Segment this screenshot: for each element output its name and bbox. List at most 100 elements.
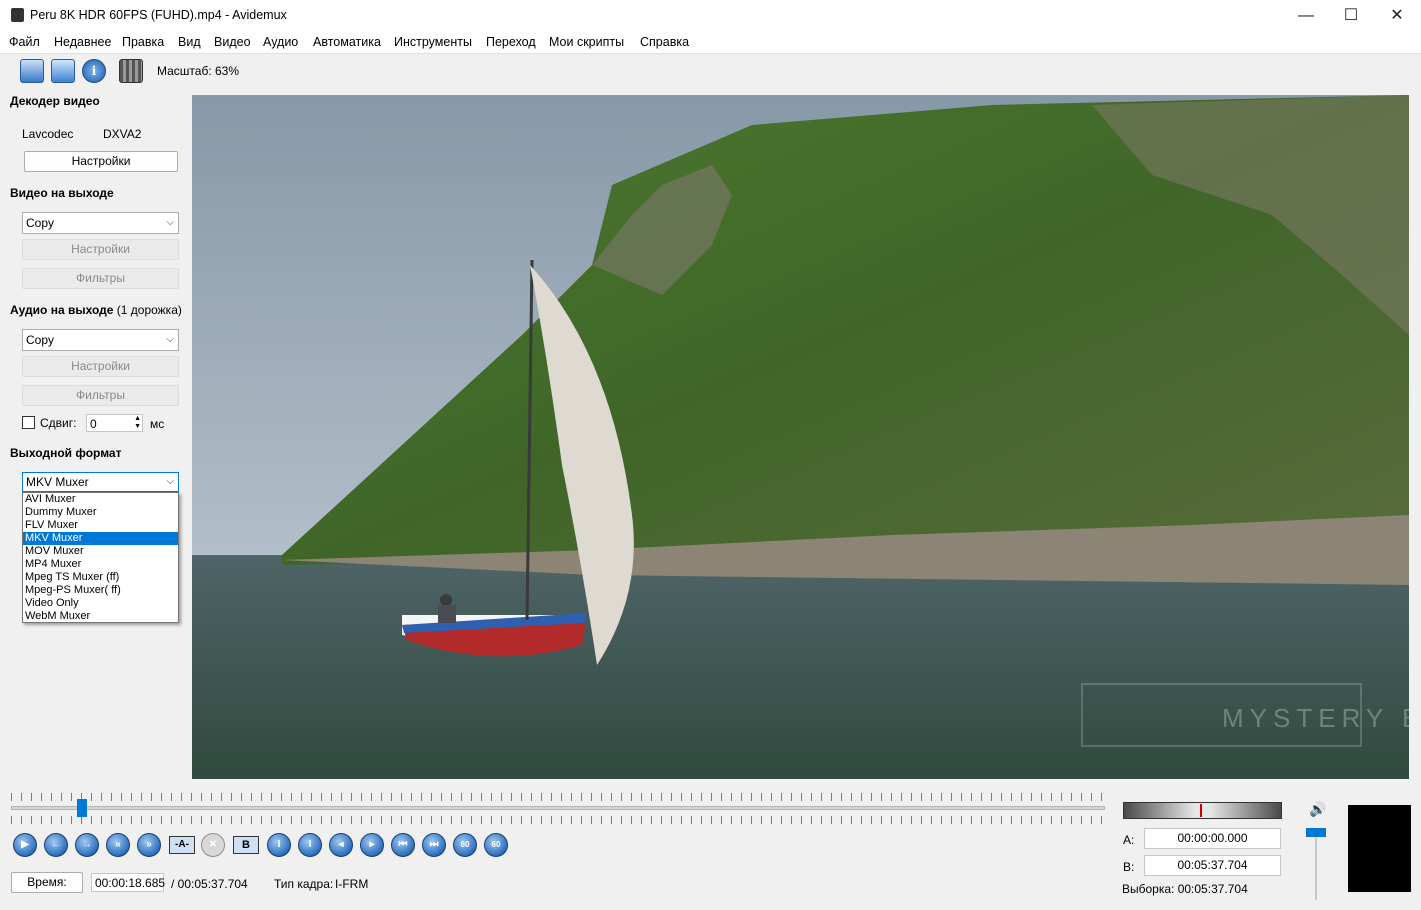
minimize-button[interactable]: — (1283, 0, 1329, 31)
shift-value: 0 (90, 417, 97, 431)
watermark-text: MYSTERY BOX (1222, 703, 1409, 733)
list-item[interactable]: Mpeg-PS Muxer( ff) (23, 584, 178, 597)
chevron-down-icon: ⌵ (166, 476, 174, 487)
output-format-select[interactable]: MKV Muxer ⌵ (22, 472, 179, 492)
timeline-ticks-bottom (11, 816, 1105, 824)
list-item[interactable]: FLV Muxer (23, 519, 178, 532)
menu-go[interactable]: Переход (486, 35, 536, 49)
timeline-ticks-top (11, 793, 1105, 801)
list-item[interactable]: Video Only (23, 597, 178, 610)
play-button[interactable]: ▶ (13, 833, 37, 857)
decoder-codec: Lavcodec (22, 127, 74, 141)
audio-preview-box (1348, 805, 1411, 892)
menu-help[interactable]: Справка (640, 35, 689, 49)
video-output-title: Видео на выходе (10, 186, 114, 200)
spin-up-icon[interactable]: ▲ (134, 415, 141, 422)
toolbar: i Масштаб: 63% (0, 53, 1421, 87)
menu-recent[interactable]: Недавнее (54, 35, 111, 49)
prev-frame-button[interactable]: ← (44, 833, 68, 857)
list-item[interactable]: WebM Muxer (23, 610, 178, 623)
list-item[interactable]: Mpeg TS Muxer (ff) (23, 571, 178, 584)
menu-video[interactable]: Видео (214, 35, 251, 49)
menu-bar: Файл Недавнее Правка Вид Видео Аудио Авт… (0, 31, 1421, 53)
fast-forward-button[interactable]: » (137, 833, 161, 857)
audio-meter (1123, 802, 1282, 819)
prev-keyframe-button[interactable]: ◂ (329, 833, 353, 857)
go-marker-b-button[interactable]: I (298, 833, 322, 857)
marker-a-field[interactable]: 00:00:00.000 (1144, 828, 1281, 849)
volume-track[interactable] (1315, 828, 1317, 900)
marker-b-label: B: (1123, 860, 1135, 874)
frame-type-value: I-FRM (335, 877, 369, 891)
decoder-settings-button[interactable]: Настройки (24, 151, 178, 172)
audio-settings-button[interactable]: Настройки (22, 356, 179, 377)
menu-scripts[interactable]: Мои скрипты (549, 35, 624, 49)
audio-codec-select[interactable]: Copy ⌵ (22, 329, 179, 351)
chevron-down-icon: ⌵ (166, 334, 174, 345)
menu-file[interactable]: Файл (9, 35, 40, 49)
close-button[interactable]: ✕ (1374, 0, 1420, 31)
marker-b-field[interactable]: 00:05:37.704 (1144, 855, 1281, 876)
rewind-button[interactable]: « (106, 833, 130, 857)
list-item[interactable]: Dummy Muxer (23, 506, 178, 519)
go-marker-a-button[interactable]: I (267, 833, 291, 857)
filmstrip-icon[interactable] (119, 59, 143, 83)
set-marker-a-button[interactable]: -A- (169, 836, 195, 854)
app-icon (11, 8, 24, 22)
video-codec-select[interactable]: Copy ⌵ (22, 212, 179, 234)
output-format-value: MKV Muxer (26, 475, 89, 489)
shift-label: Сдвиг: (40, 416, 77, 430)
window-title: Peru 8K HDR 60FPS (FUHD).mp4 - Avidemux (30, 8, 287, 22)
shift-unit: мс (150, 417, 165, 431)
save-icon[interactable] (51, 59, 75, 83)
maximize-button[interactable]: ☐ (1328, 0, 1374, 31)
total-time: / 00:05:37.704 (171, 877, 248, 891)
menu-view[interactable]: Вид (178, 35, 201, 49)
video-filters-button[interactable]: Фильтры (22, 268, 179, 289)
video-preview: MYSTERY BOX (192, 95, 1409, 779)
go-start-button[interactable]: ⏮ (391, 833, 415, 857)
timeline-thumb[interactable] (77, 799, 88, 817)
list-item[interactable]: AVI Muxer (23, 493, 178, 506)
video-settings-button[interactable]: Настройки (22, 239, 179, 260)
speaker-icon[interactable]: 🔊 (1309, 801, 1326, 818)
menu-edit[interactable]: Правка (122, 35, 164, 49)
selection-duration: Выборка: 00:05:37.704 (1122, 882, 1248, 896)
menu-audio[interactable]: Аудио (263, 35, 298, 49)
open-image-icon[interactable] (20, 59, 44, 83)
chevron-down-icon: ⌵ (166, 217, 174, 228)
back-60-button[interactable]: 60 (453, 833, 477, 857)
audio-codec-value: Copy (26, 333, 55, 347)
current-time-field[interactable]: 00:00:18.685 (91, 873, 165, 892)
decoder-title: Декодер видео (10, 94, 100, 108)
list-item[interactable]: MOV Muxer (23, 545, 178, 558)
volume-thumb[interactable] (1306, 827, 1326, 837)
zoom-label: Масштаб: 63% (157, 64, 240, 78)
go-end-button[interactable]: ⏭ (422, 833, 446, 857)
next-keyframe-button[interactable]: ▸ (360, 833, 384, 857)
list-item[interactable]: MKV Muxer (23, 532, 178, 545)
info-icon[interactable]: i (82, 59, 106, 83)
clear-markers-button[interactable]: ✕ (201, 833, 225, 857)
set-marker-b-button[interactable]: B (233, 836, 259, 854)
video-codec-value: Copy (26, 216, 55, 230)
menu-tools[interactable]: Инструменты (394, 35, 472, 49)
timeline-track[interactable] (11, 806, 1105, 810)
output-format-dropdown: AVI Muxer Dummy Muxer FLV Muxer MKV Muxe… (22, 492, 179, 623)
audio-output-title: Аудио на выходе (10, 303, 114, 317)
next-frame-button[interactable]: → (75, 833, 99, 857)
output-format-title: Выходной формат (10, 446, 122, 460)
time-button[interactable]: Время: (11, 872, 83, 893)
spin-down-icon[interactable]: ▼ (134, 423, 141, 430)
audio-filters-button[interactable]: Фильтры (22, 385, 179, 406)
decoder-hw: DXVA2 (103, 127, 142, 141)
frame-type-label: Тип кадра: (274, 877, 334, 891)
shift-checkbox[interactable] (22, 416, 35, 429)
title-bar: Peru 8K HDR 60FPS (FUHD).mp4 - Avidemux … (0, 0, 1421, 31)
shift-spinbox[interactable]: 0 ▲ ▼ (86, 414, 143, 432)
menu-auto[interactable]: Автоматика (313, 35, 381, 49)
list-item[interactable]: MP4 Muxer (23, 558, 178, 571)
audio-track-count: (1 дорожка) (116, 303, 182, 317)
forward-60-button[interactable]: 60 (484, 833, 508, 857)
marker-a-label: A: (1123, 833, 1135, 847)
